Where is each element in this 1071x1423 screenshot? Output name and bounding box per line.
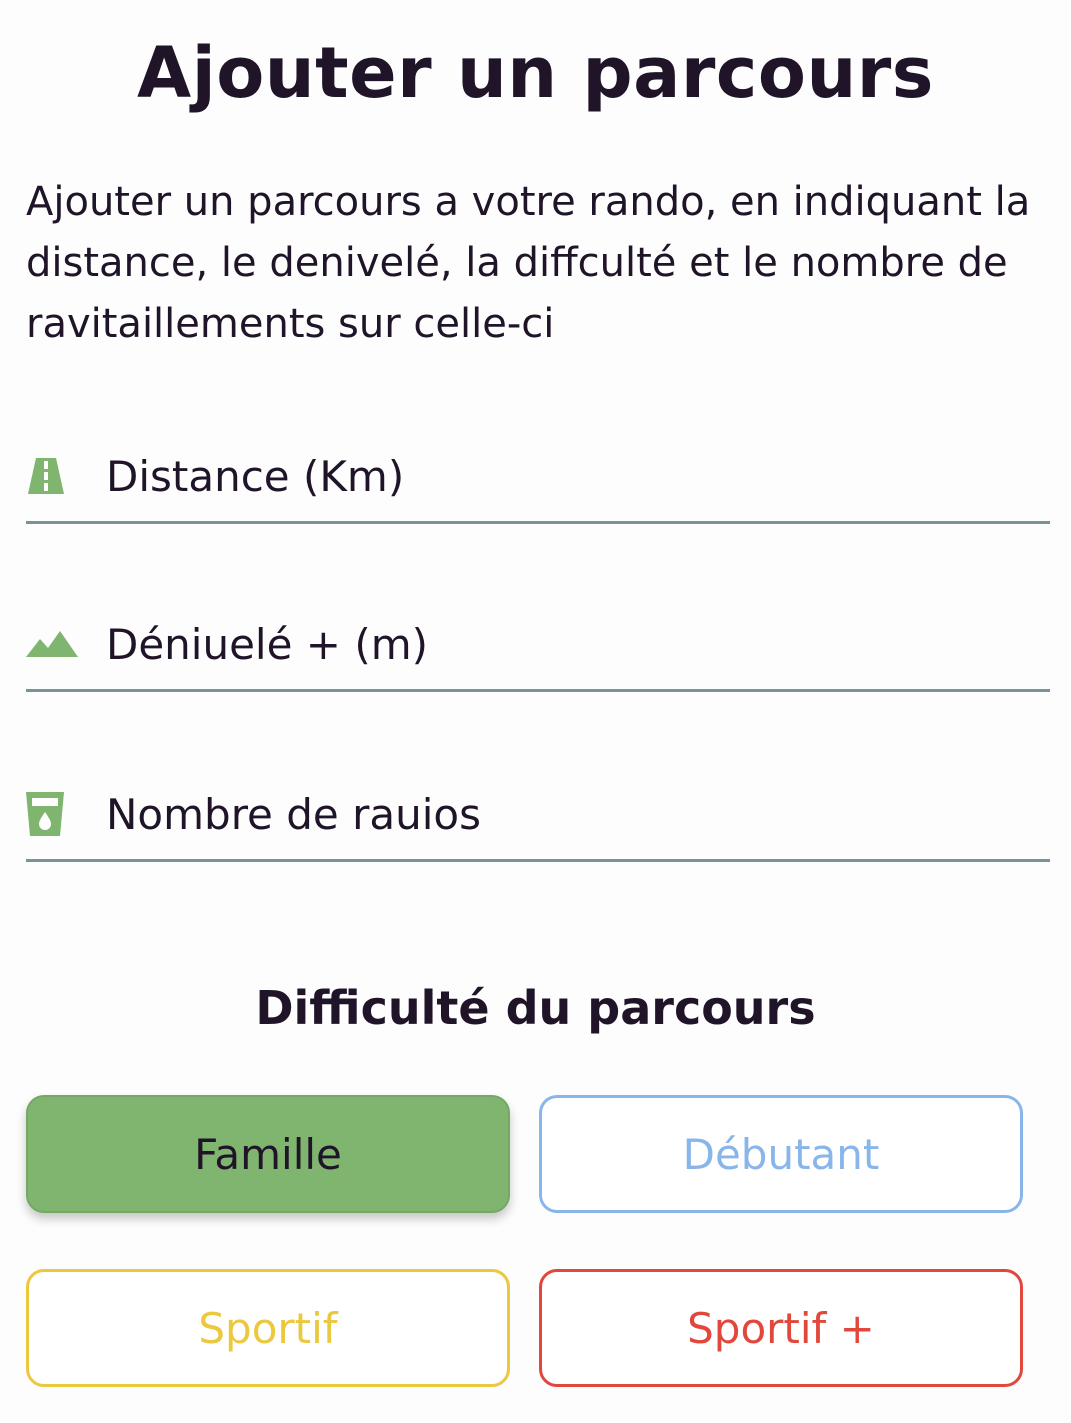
distance-field[interactable] [26, 431, 1050, 524]
page-description: Ajouter un parcours a votre rando, en in… [26, 179, 1031, 347]
distance-input[interactable] [106, 446, 1050, 506]
mountain-icon [26, 619, 78, 669]
difficulty-famille-button[interactable]: Famille [26, 1095, 510, 1213]
difficulty-sportif-button[interactable]: Sportif [26, 1269, 510, 1387]
supplies-field[interactable] [26, 769, 1050, 862]
elevation-field[interactable] [26, 599, 1050, 692]
difficulty-sportif-plus-button[interactable]: Sportif + [539, 1269, 1023, 1387]
difficulty-title: Difficulté du parcours [255, 981, 816, 1035]
difficulty-debutant-button[interactable]: Débutant [539, 1095, 1023, 1213]
cup-icon [26, 789, 78, 839]
supplies-input[interactable] [106, 784, 1050, 844]
page-title: Ajouter un parcours [137, 32, 934, 114]
road-icon [26, 451, 78, 501]
elevation-input[interactable] [106, 614, 1050, 674]
